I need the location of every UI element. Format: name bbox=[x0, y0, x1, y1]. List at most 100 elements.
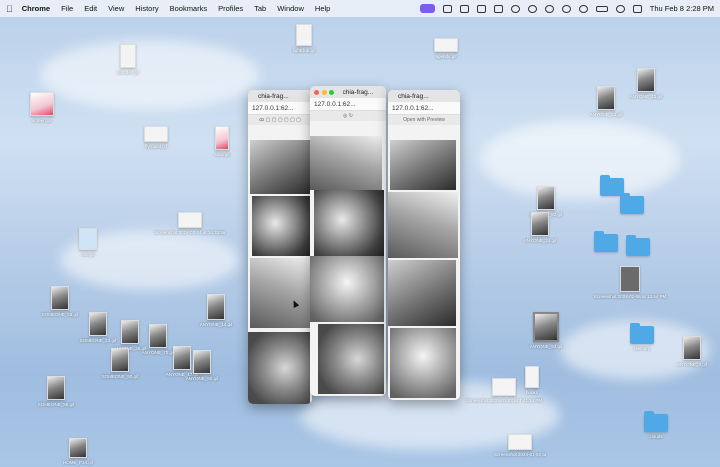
folder-label: clouds bbox=[649, 434, 663, 439]
browser-window[interactable]: chia-frag... 127.0.0.1:62... ◎ ↻ bbox=[310, 86, 386, 396]
desktop-file[interactable]: ANYONE_14.gif bbox=[186, 294, 246, 327]
search-icon[interactable] bbox=[615, 4, 625, 13]
image-tile bbox=[310, 136, 382, 190]
file-label: agenda.gif bbox=[435, 54, 457, 59]
desktop-file[interactable]: Screenshot 2024-01-02 at 7.41.14 PM bbox=[466, 378, 542, 403]
file-thumbnail bbox=[620, 266, 640, 292]
menu-profiles[interactable]: Profiles bbox=[218, 4, 243, 13]
file-thumbnail bbox=[597, 86, 615, 110]
desktop-file[interactable]: Screenshot 2024-01-02 at bbox=[490, 434, 550, 457]
menu-edit[interactable]: Edit bbox=[84, 4, 97, 13]
file-thumbnail bbox=[492, 378, 516, 396]
desktop-file[interactable]: ANYONE_3.gif bbox=[662, 336, 720, 367]
desktop-file[interactable]: tinh.dev.gif bbox=[98, 44, 158, 75]
folder-icon[interactable] bbox=[626, 235, 650, 256]
image-tile bbox=[390, 328, 456, 398]
gamepad-icon[interactable] bbox=[476, 4, 486, 13]
toolbar-text: ꝏ ▢ ▢ ▢ ▢ ▢ ▢ bbox=[259, 117, 301, 123]
file-label: edit.gif bbox=[81, 252, 95, 257]
volume-icon[interactable] bbox=[544, 4, 554, 13]
desktop-folder[interactable]: clouds bbox=[626, 411, 686, 439]
menu-help[interactable]: Help bbox=[315, 4, 330, 13]
menu-window[interactable]: Window bbox=[277, 4, 304, 13]
image-tile bbox=[318, 324, 384, 394]
menu-clock[interactable]: Thu Feb 8 2:28 PM bbox=[650, 4, 714, 13]
desktop-file[interactable]: slow.gif bbox=[192, 126, 252, 157]
file-label: fightclub.gif bbox=[292, 48, 316, 53]
desktop-file[interactable]: SOMEONE_13.gif bbox=[68, 312, 128, 343]
file-label: ANYONE_14.gif bbox=[199, 322, 233, 327]
window-content bbox=[310, 132, 386, 396]
clipboard-icon[interactable] bbox=[459, 4, 469, 13]
bluetooth-icon[interactable] bbox=[510, 4, 520, 13]
desktop-file[interactable]: ANYONE_12.gif bbox=[616, 68, 676, 99]
file-label: Screenshot 2024-01-02 at bbox=[493, 452, 547, 457]
play-icon[interactable] bbox=[578, 4, 588, 13]
menu-tab[interactable]: Tab bbox=[254, 4, 266, 13]
file-label: ANYONE_93.gif bbox=[529, 344, 563, 349]
folder-icon[interactable] bbox=[620, 193, 644, 214]
address-bar[interactable]: 127.0.0.1:62... bbox=[310, 98, 386, 111]
file-thumbnail bbox=[537, 186, 555, 210]
menu-extra-icon[interactable] bbox=[442, 4, 452, 13]
file-label: flyroplat.gif bbox=[145, 144, 167, 149]
menu-history[interactable]: History bbox=[135, 4, 158, 13]
file-thumbnail bbox=[508, 434, 532, 450]
window-titlebar[interactable]: chia-frag... bbox=[310, 86, 386, 98]
file-thumbnail bbox=[79, 228, 97, 250]
file-thumbnail bbox=[51, 286, 69, 310]
minimize-window-icon[interactable] bbox=[321, 89, 327, 95]
address-bar[interactable]: 127.0.0.1:62... bbox=[248, 102, 312, 115]
desktop-file[interactable]: fightclub.gif bbox=[274, 24, 334, 53]
url-text: 127.0.0.1:62... bbox=[252, 104, 294, 112]
menu-view[interactable]: View bbox=[108, 4, 124, 13]
desktop-file[interactable]: SOMEONE_90.gif bbox=[90, 348, 150, 379]
control-center-icon[interactable] bbox=[632, 4, 642, 13]
desktop-file[interactable]: edit.gif bbox=[58, 228, 118, 257]
zoom-window-icon[interactable] bbox=[329, 89, 334, 95]
desktop-file[interactable]: screen.gif bbox=[12, 92, 72, 123]
desktop-file[interactable]: SOMEONE_58.gif bbox=[26, 376, 86, 407]
image-tile bbox=[250, 140, 310, 194]
battery-icon[interactable] bbox=[595, 5, 608, 12]
desktop-file[interactable]: ANYONE_24.gif bbox=[510, 212, 570, 243]
desktop-file[interactable]: flyroplat.gif bbox=[126, 126, 186, 149]
file-label: ANYONE_3.gif bbox=[676, 362, 707, 367]
window-content bbox=[248, 136, 312, 404]
file-label: ANYONE_12.gif bbox=[629, 94, 663, 99]
file-thumbnail bbox=[69, 438, 87, 458]
file-thumbnail bbox=[47, 376, 65, 400]
apple-icon[interactable]:  bbox=[6, 4, 13, 14]
desktop-file[interactable]: ANYONE_60.gif bbox=[172, 350, 232, 381]
wifi-icon[interactable] bbox=[561, 4, 571, 13]
display-icon[interactable] bbox=[493, 4, 503, 13]
file-thumbnail bbox=[683, 336, 701, 360]
menu-bookmarks[interactable]: Bookmarks bbox=[170, 4, 208, 13]
window-titlebar[interactable]: chia-frag... bbox=[248, 90, 312, 102]
close-window-icon[interactable] bbox=[314, 89, 319, 95]
window-titlebar[interactable]: chia-frag... bbox=[388, 90, 460, 102]
file-thumbnail bbox=[30, 92, 54, 116]
folder-icon[interactable] bbox=[594, 231, 618, 252]
browser-window[interactable]: chia-frag... 127.0.0.1:62... Open with P… bbox=[388, 90, 460, 400]
file-thumbnail bbox=[434, 38, 458, 52]
desktop-file[interactable]: HOME_P14.gif bbox=[48, 438, 108, 465]
menu-app-name[interactable]: Chrome bbox=[22, 4, 50, 13]
screen-recorder-icon[interactable] bbox=[419, 4, 435, 13]
image-tile bbox=[252, 196, 310, 256]
file-label: ANYONE_60.gif bbox=[185, 376, 219, 381]
desktop-file[interactable]: Screenshot 2024-02-06 at 13.54 PM bbox=[594, 266, 666, 299]
desktop-file[interactable]: ANYONE_93.gif bbox=[516, 312, 576, 349]
browser-window[interactable]: chia-frag... 127.0.0.1:62... ꝏ ▢ ▢ ▢ ▢ ▢… bbox=[248, 90, 312, 404]
file-label: ANYONE_24.gif bbox=[523, 238, 557, 243]
url-text: 127.0.0.1:62... bbox=[314, 100, 356, 108]
file-thumbnail bbox=[178, 212, 202, 228]
desktop-file[interactable]: Screenshot 2024-02-04 at 14.33.56 bbox=[155, 212, 225, 235]
desktop-file[interactable]: agenda.gif bbox=[416, 38, 476, 59]
file-thumbnail bbox=[144, 126, 168, 142]
file-label: Screenshot 2024-02-04 at 14.33.56 bbox=[154, 230, 226, 235]
media-icon[interactable] bbox=[527, 4, 537, 13]
address-bar[interactable]: 127.0.0.1:62... bbox=[388, 102, 460, 115]
file-thumbnail bbox=[207, 294, 225, 320]
menu-file[interactable]: File bbox=[61, 4, 73, 13]
